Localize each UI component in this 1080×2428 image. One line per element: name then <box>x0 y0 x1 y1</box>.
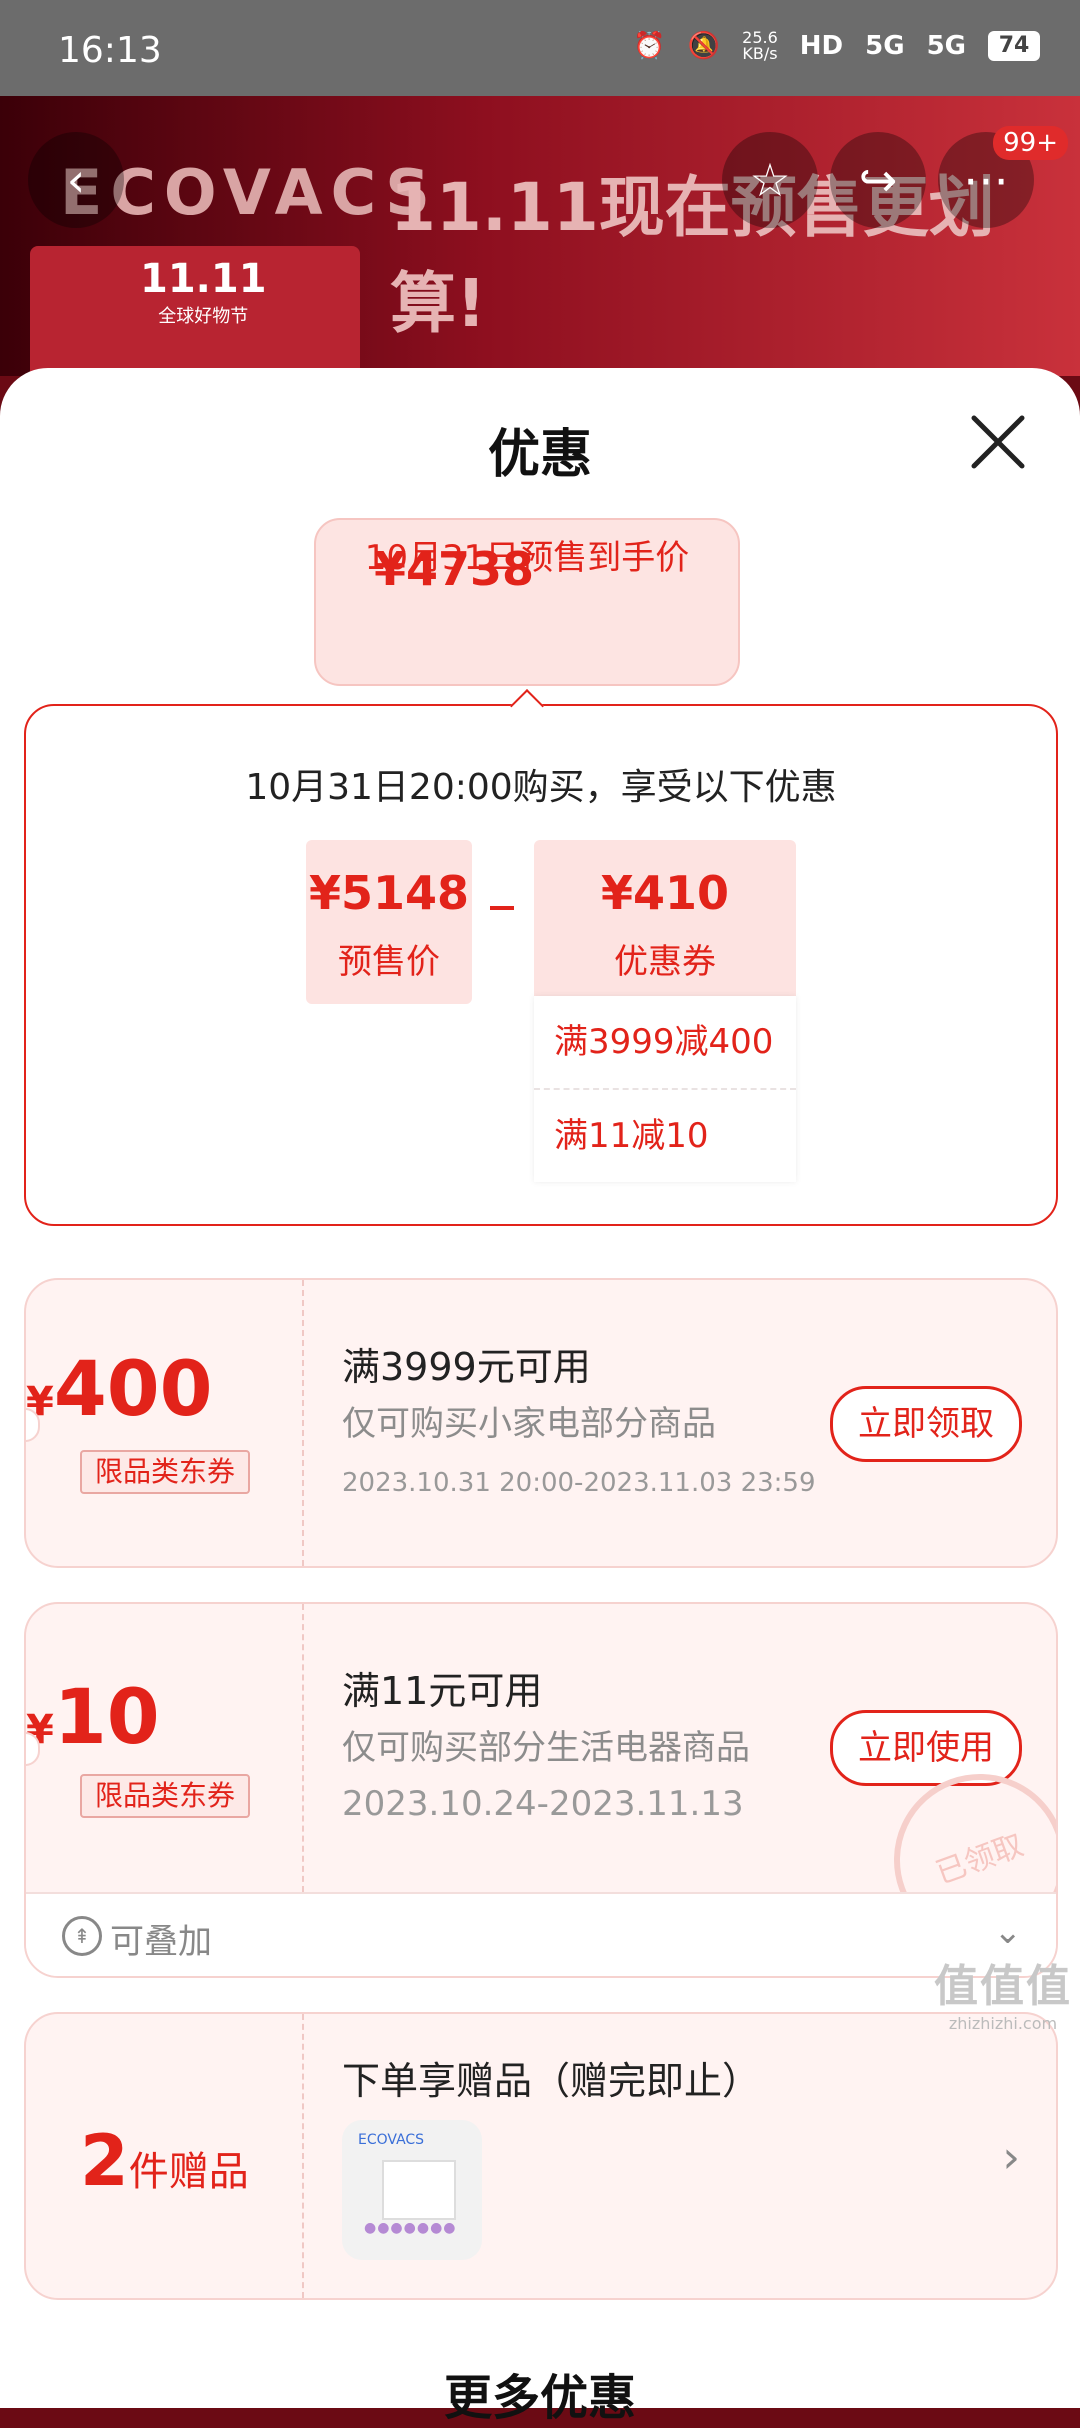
discount-sheet: 优惠 ¥4738 10月31日预售到手价 10月31日20:00购买，享受以下优… <box>0 368 1080 2426</box>
battery-icon: 74 <box>988 31 1040 61</box>
coupon-amount: ¥10 <box>26 1672 160 1761</box>
clock: 16:13 <box>58 30 162 71</box>
stackable-label: 可叠加 <box>110 1922 212 1962</box>
presale-price-box: ¥5148 预售价 <box>306 840 472 1004</box>
signal-sim1: 5G <box>865 31 905 61</box>
coupon-subtitle: 仅可购买部分生活电器商品 <box>342 1728 750 1768</box>
coupon-card-10: ¥10 限品类东券 满11元可用 仅可购买部分生活电器商品 2023.10.24… <box>24 1602 1058 1978</box>
status-bar: 16:13 ⏰ 🔕 25.6 KB/s HD 5G 5G 74 <box>0 0 1080 96</box>
more-discounts-title: 更多优惠 <box>443 2370 636 2426</box>
favorite-button[interactable]: ☆ <box>722 132 818 228</box>
coupon-card-400: ¥400 限品类东券 满3999元可用 仅可购买小家电部分商品 2023.10.… <box>24 1278 1058 1568</box>
hd-icon: HD <box>799 31 844 61</box>
product-banner: ECOVACS 11.11现在预售更划算! 11.11 全球好物节 <box>0 96 1080 376</box>
coupon-amount: ¥400 <box>26 1344 213 1433</box>
coupon-breakdown-list: 满3999减400 满11减10 <box>534 996 796 1182</box>
final-price: ¥4738 <box>373 542 535 596</box>
back-button[interactable]: ‹ <box>28 132 124 228</box>
coupon-validity: 2023.10.31 20:00-2023.11.03 23:59 <box>342 1468 816 1498</box>
share-icon: ↪ <box>858 153 898 207</box>
watermark: 值值值 zhizhizhi.com <box>934 1961 1072 2033</box>
sheet-title: 优惠 <box>487 425 592 485</box>
coupon-validity: 2023.10.24-2023.11.13 <box>342 1784 744 1824</box>
gift-card[interactable]: 2件赠品 下单享赠品（赠完即止） ECOVACS ●●●●●●● › <box>24 2012 1058 2300</box>
share-button[interactable]: ↪ <box>830 132 926 228</box>
gift-title: 下单享赠品（赠完即止） <box>342 2059 761 2103</box>
stackable-row[interactable]: ⇞ 可叠加 ⌄ <box>26 1892 1056 1976</box>
status-icons: ⏰ 🔕 25.6 KB/s HD 5G 5G 74 <box>633 30 1040 62</box>
net-speed: 25.6 KB/s <box>742 28 778 63</box>
coupon-type-tag: 限品类东券 <box>80 1774 250 1818</box>
coupon-title: 满11元可用 <box>342 1669 543 1713</box>
coupon-total-box: ¥410 优惠券 <box>534 840 796 1004</box>
chevron-down-icon: ⌄ <box>993 1912 1023 1952</box>
stack-icon: ⇞ <box>62 1916 102 1956</box>
chevron-right-icon: › <box>1002 2132 1020 2183</box>
breakdown-headline: 10月31日20:00购买，享受以下优惠 <box>245 767 837 808</box>
coupon-title: 满3999元可用 <box>342 1345 591 1389</box>
minus-sign <box>490 906 514 910</box>
list-item: 满11减10 <box>534 1088 796 1182</box>
coupon-subtitle: 仅可购买小家电部分商品 <box>342 1404 716 1444</box>
close-icon[interactable] <box>968 412 1028 472</box>
alarm-icon: ⏰ <box>633 31 666 61</box>
gift-count: 2件赠品 <box>80 2120 249 2202</box>
mute-icon: 🔕 <box>687 31 721 61</box>
list-item: 满3999减400 <box>554 1022 774 1062</box>
cart-badge: 99+ <box>993 126 1068 160</box>
signal-sim2: 5G <box>926 31 966 61</box>
price-breakdown: 10月31日20:00购买，享受以下优惠 ¥5148 预售价 ¥410 优惠券 … <box>24 704 1058 1226</box>
coupon-type-tag: 限品类东券 <box>80 1450 250 1494</box>
festival-badge: 11.11 全球好物节 <box>140 256 267 327</box>
more-dots-icon: ⋯ <box>963 153 1009 207</box>
chevron-left-icon: ‹ <box>66 153 86 207</box>
gift-thumbnail[interactable]: ECOVACS ●●●●●●● <box>342 2120 482 2260</box>
claim-coupon-button[interactable]: 立即领取 <box>830 1386 1022 1462</box>
star-icon: ☆ <box>749 153 791 207</box>
final-price-bubble: ¥4738 10月31日预售到手价 <box>314 518 740 686</box>
